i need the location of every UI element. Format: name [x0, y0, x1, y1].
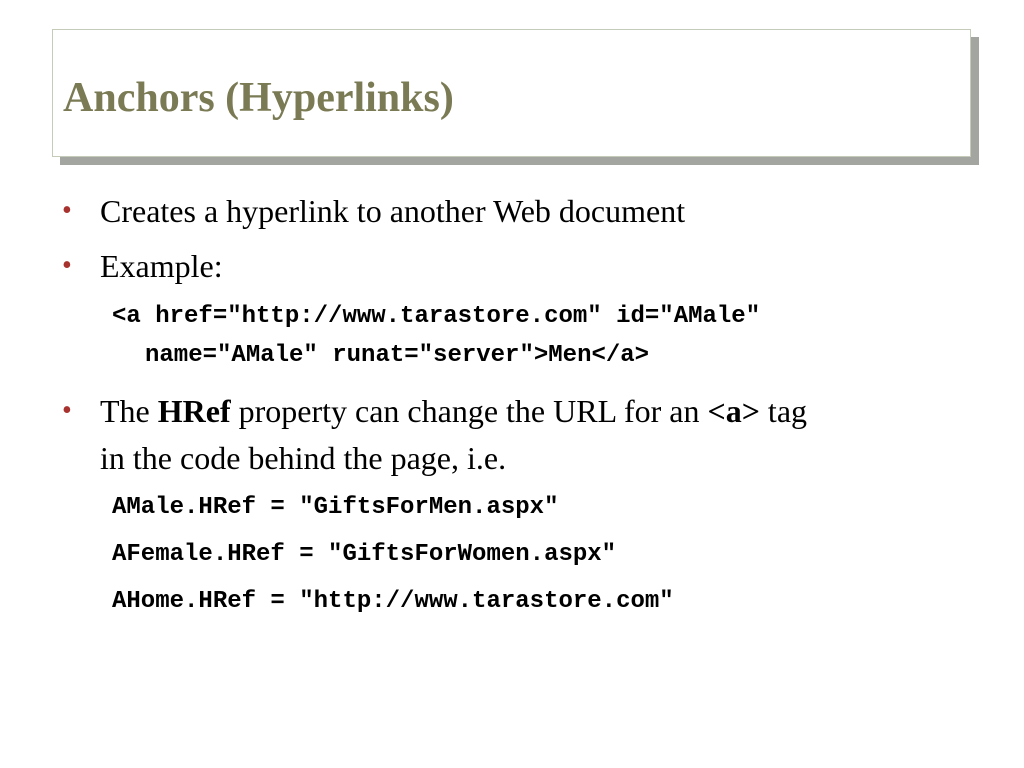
code-line-afemale: AFemale.HRef = "GiftsForWomen.aspx" — [112, 541, 617, 568]
bullet-icon: • — [62, 395, 72, 426]
bullet-icon: • — [62, 250, 72, 281]
bullet-3-part-1: The — [100, 393, 158, 429]
title-box: Anchors (Hyperlinks) — [52, 29, 971, 157]
bullet-3-line-1: The HRef property can change the URL for… — [100, 389, 807, 433]
bullet-3-line-2: in the code behind the page, i.e. — [100, 440, 507, 476]
anchor-tag-keyword: <a> — [707, 393, 760, 429]
example-code-line-1: <a href="http://www.tarastore.com" id="A… — [112, 303, 761, 330]
href-keyword: HRef — [157, 393, 231, 429]
example-code-line-2: name="AMale" runat="server">Men</a> — [145, 342, 650, 369]
bullet-icon: • — [62, 195, 72, 226]
slide-title: Anchors (Hyperlinks) — [63, 75, 454, 121]
bullet-1-text: Creates a hyperlink to another Web docum… — [100, 193, 686, 229]
bullet-2-text: Example: — [100, 248, 223, 284]
bullet-3-part-2: property can change the URL for an — [230, 393, 708, 429]
code-line-amale: AMale.HRef = "GiftsForMen.aspx" — [112, 494, 559, 521]
bullet-3-part-3: tag — [759, 393, 808, 429]
code-line-ahome: AHome.HRef = "http://www.tarastore.com" — [112, 588, 674, 615]
